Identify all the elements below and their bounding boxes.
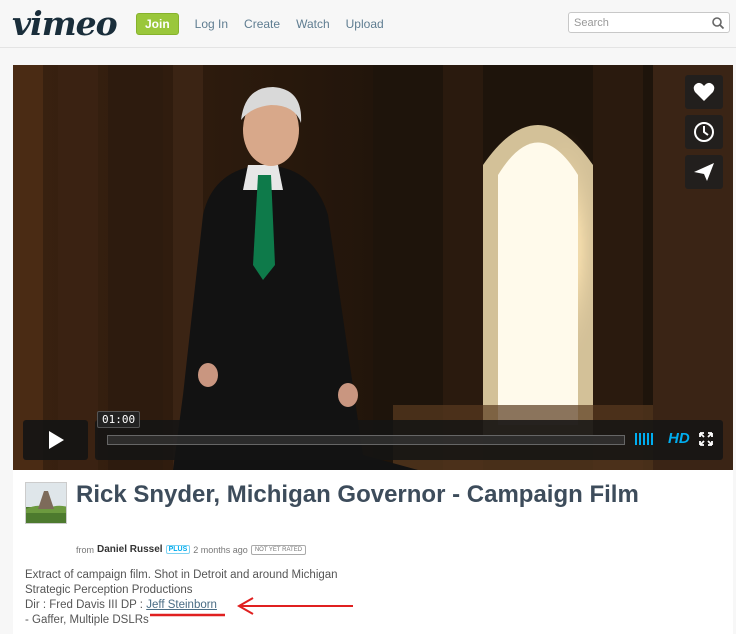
time-display: 01:00 bbox=[97, 411, 141, 428]
description-line: Dir : Fred Davis III DP : Jeff Steinborn bbox=[25, 598, 425, 613]
send-icon bbox=[694, 163, 714, 181]
description-line: - Gaffer, Multiple DSLRs bbox=[25, 614, 149, 626]
video-title: Rick Snyder, Michigan Governor - Campaig… bbox=[76, 481, 639, 508]
search-input[interactable] bbox=[569, 13, 707, 33]
progress-track[interactable] bbox=[107, 435, 625, 445]
video-frame bbox=[13, 65, 733, 470]
description-line: Strategic Perception Productions bbox=[25, 584, 193, 596]
video-info: Rick Snyder, Michigan Governor - Campaig… bbox=[13, 470, 733, 634]
description-line: Extract of campaign film. Shot in Detroi… bbox=[25, 569, 338, 581]
play-icon bbox=[48, 431, 64, 449]
share-button[interactable] bbox=[685, 155, 723, 189]
dp-credit-link[interactable]: Jeff Steinborn bbox=[146, 599, 217, 611]
join-button[interactable]: Join bbox=[136, 13, 179, 35]
byline: from Daniel Russel PLUS 2 months ago NOT… bbox=[76, 544, 307, 555]
nav-create[interactable]: Create bbox=[244, 17, 280, 31]
author-avatar[interactable] bbox=[25, 482, 67, 524]
plus-badge: PLUS bbox=[165, 545, 191, 554]
play-button[interactable] bbox=[23, 420, 88, 460]
volume-control[interactable] bbox=[635, 433, 653, 445]
search-box bbox=[568, 12, 730, 33]
clock-icon bbox=[694, 122, 714, 142]
site-header: vimeo Join Log In Create Watch Upload bbox=[0, 0, 736, 48]
like-button[interactable] bbox=[685, 75, 723, 109]
nav-watch[interactable]: Watch bbox=[296, 17, 330, 31]
from-label: from bbox=[76, 544, 94, 555]
author-link[interactable]: Daniel Russel bbox=[97, 544, 163, 555]
credits-text: Dir : Fred Davis III DP : bbox=[25, 599, 147, 611]
watch-later-button[interactable] bbox=[685, 115, 723, 149]
rating-badge: NOT YET RATED bbox=[250, 544, 307, 555]
vimeo-logo[interactable]: vimeo bbox=[12, 4, 118, 43]
hd-toggle[interactable]: HD bbox=[668, 430, 690, 447]
upload-age: 2 months ago bbox=[193, 544, 248, 555]
video-description: Extract of campaign film. Shot in Detroi… bbox=[25, 568, 425, 628]
top-nav: Join Log In Create Watch Upload bbox=[136, 13, 392, 35]
search-icon[interactable] bbox=[711, 16, 725, 30]
nav-upload[interactable]: Upload bbox=[346, 17, 384, 31]
progress-bar-container: 01:00 HD bbox=[95, 411, 723, 460]
nav-login[interactable]: Log In bbox=[195, 17, 228, 31]
player-controls: 01:00 HD bbox=[23, 411, 723, 460]
side-actions bbox=[685, 75, 723, 189]
video-player[interactable]: 01:00 HD bbox=[13, 65, 733, 470]
fullscreen-icon[interactable] bbox=[699, 432, 713, 446]
heart-icon bbox=[693, 82, 715, 101]
